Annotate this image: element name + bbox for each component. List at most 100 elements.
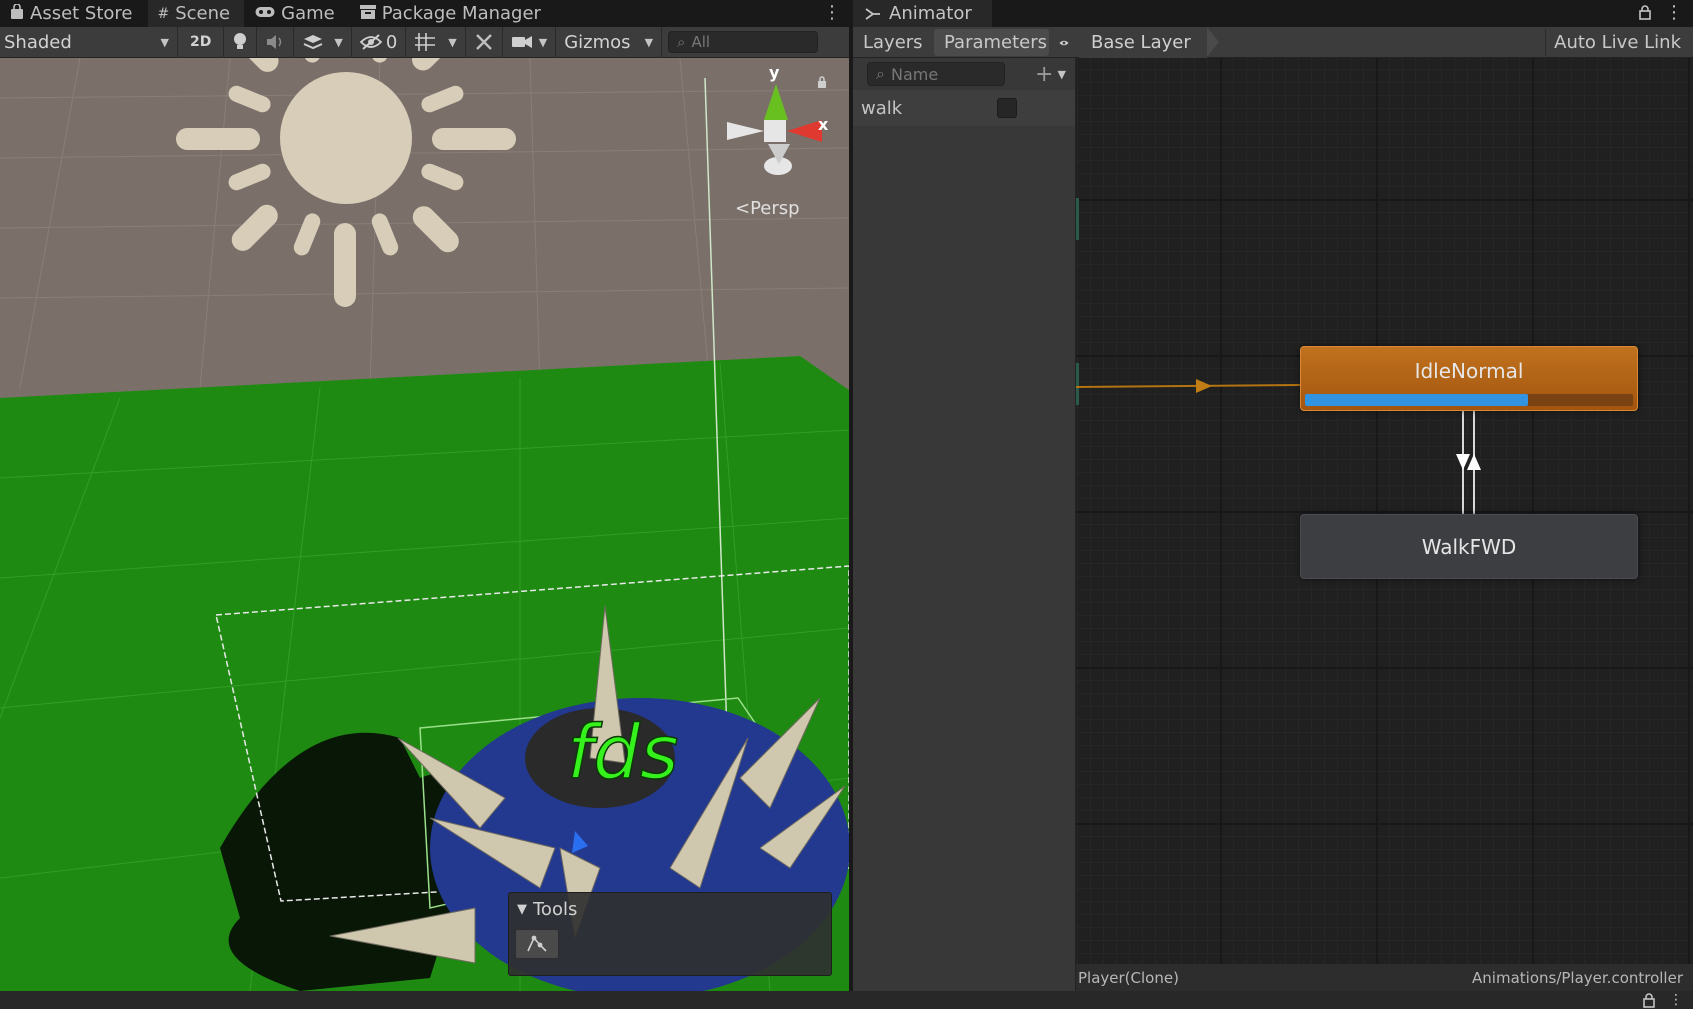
gizmos-dropdown[interactable]: Gizmos ▼ — [556, 26, 663, 58]
parameter-search-row: ⌕ Name + ▼ — [853, 58, 1075, 90]
effects-toggle[interactable]: ▼ — [294, 26, 352, 58]
state-node-idle-normal[interactable]: IdleNormal — [1300, 346, 1638, 411]
grid-toggle[interactable]: ▼ — [406, 26, 466, 58]
animator-window-controls: ⋮ — [1639, 2, 1683, 23]
chevron-down-icon: ▼ — [644, 35, 654, 49]
hidden-count: 0 — [385, 31, 398, 53]
scene-search-input[interactable]: ⌕ All — [668, 31, 819, 53]
parameter-row[interactable]: walk — [853, 90, 1075, 126]
parameters-panel: ⌕ Name + ▼ walk — [853, 58, 1076, 991]
status-target-object: Player(Clone) — [1078, 968, 1179, 987]
axis-x-label: x — [818, 115, 829, 134]
scene-viewport[interactable]: fds y x <Persp — [0, 58, 849, 991]
animator-toolbar: Layers Parameters Base Layer Auto Live L… — [853, 27, 1693, 58]
layers-icon — [303, 35, 323, 50]
plus-icon: + — [1035, 61, 1054, 87]
package-icon — [359, 4, 376, 23]
entry-transition — [1076, 384, 1301, 388]
state-progress-fill — [1305, 394, 1529, 406]
fds-text-object: fds — [567, 710, 679, 796]
add-parameter-button[interactable]: + ▼ — [1035, 62, 1066, 87]
tab-label: Animator — [889, 3, 972, 24]
toggle-2d-button[interactable]: 2D — [178, 26, 225, 58]
tab-scene[interactable]: # Scene — [147, 0, 246, 27]
tab-asset-store[interactable]: Asset Store — [0, 0, 148, 27]
tab-parameters[interactable]: Parameters — [934, 29, 1049, 56]
tools-overlay: ▼ Tools — [508, 892, 832, 976]
search-placeholder: Name — [890, 64, 939, 84]
search-placeholder: All — [691, 33, 711, 51]
tools-header[interactable]: ▼ Tools — [517, 899, 577, 920]
triangle-down-icon: ▼ — [517, 902, 527, 917]
transition-arrow-icon — [1196, 379, 1212, 393]
breadcrumb[interactable]: Base Layer — [1079, 27, 1219, 58]
toggle-2d-label: 2D — [190, 34, 212, 50]
scene-toolbar: Shaded ▼ 2D ▼ 0 ▼ ▼ Gizmos ▼ ⌕ All — [0, 26, 849, 58]
state-machine-graph[interactable]: IdleNormal WalkFWD — [1076, 58, 1693, 964]
projection-toggle[interactable]: <Persp — [735, 198, 800, 219]
auto-live-link-label: Auto Live Link — [1554, 32, 1681, 53]
tab-label: Game — [281, 3, 335, 24]
animator-status-bar: Player(Clone) Animations/Player.controll… — [1076, 964, 1693, 991]
scene-window: Asset Store # Scene Game Package Manager… — [0, 0, 849, 991]
animator-icon — [865, 7, 880, 20]
search-icon: ⌕ — [876, 64, 885, 83]
chevron-down-icon: ▼ — [160, 35, 169, 49]
perspective-icon: < — [735, 198, 751, 219]
tab-layers[interactable]: Layers — [853, 29, 934, 56]
kebab-menu-icon[interactable]: ⋮ — [823, 2, 841, 23]
tab-label: Layers — [863, 32, 923, 53]
eye-slash-icon — [359, 34, 382, 50]
polygon-edit-icon — [527, 935, 547, 952]
chevron-down-icon: ▼ — [448, 35, 457, 49]
lock-icon[interactable] — [817, 76, 827, 88]
tools-toggle[interactable] — [466, 26, 503, 58]
tab-game[interactable]: Game — [245, 0, 350, 27]
parameter-name: walk — [861, 97, 903, 119]
unity-editor: Asset Store # Scene Game Package Manager… — [0, 0, 1693, 1009]
tools-title-label: Tools — [533, 899, 578, 920]
transition-lines — [1076, 198, 1481, 514]
status-controller-path: Animations/Player.controller — [1472, 968, 1683, 987]
lightbulb-icon — [234, 33, 247, 49]
axis-y-label: y — [769, 63, 780, 82]
scene-tab-bar: Asset Store # Scene Game Package Manager… — [0, 0, 849, 27]
tab-label: Package Manager — [381, 3, 541, 24]
chevron-down-icon: ▼ — [1057, 67, 1066, 81]
kebab-menu-icon[interactable]: ⋮ — [1665, 2, 1683, 23]
camera-dropdown[interactable]: ▼ — [503, 26, 557, 58]
kebab-menu-icon[interactable]: ⋮ — [1669, 993, 1683, 1008]
state-node-walk-fwd[interactable]: WalkFWD — [1300, 514, 1638, 579]
hash-icon: # — [157, 5, 170, 22]
chevron-down-icon: ▼ — [538, 35, 548, 49]
animator-tab-bar: Animator ⋮ — [853, 0, 1693, 27]
tab-label: Scene — [175, 3, 231, 24]
bottom-window-controls: ⋮ — [1643, 993, 1683, 1008]
scene-render: fds y x — [0, 58, 849, 991]
hidden-objects-toggle[interactable]: 0 — [352, 26, 407, 58]
lock-icon[interactable] — [1643, 993, 1655, 1008]
lighting-toggle[interactable] — [224, 26, 258, 58]
transition-arrow-icon — [1467, 454, 1481, 470]
speaker-icon — [267, 35, 282, 49]
eye-toggle[interactable] — [1049, 29, 1079, 56]
search-icon: ⌕ — [677, 33, 686, 51]
gizmos-label: Gizmos — [564, 31, 631, 53]
state-label: WalkFWD — [1421, 534, 1517, 559]
tab-package-manager[interactable]: Package Manager — [349, 0, 556, 27]
chevron-down-icon: ▼ — [334, 35, 343, 49]
gamepad-icon — [255, 6, 275, 22]
shading-mode-dropdown[interactable]: Shaded ▼ — [0, 26, 178, 58]
projection-label: Persp — [750, 198, 800, 219]
parameter-bool-checkbox[interactable] — [997, 98, 1017, 118]
tab-label: Parameters — [944, 32, 1048, 53]
bottom-panel-strip: ⋮ — [0, 991, 1693, 1009]
lock-icon[interactable] — [1639, 5, 1651, 20]
tab-animator[interactable]: Animator — [853, 0, 992, 27]
parameter-search-input[interactable]: ⌕ Name — [867, 62, 1005, 86]
edit-collider-button[interactable] — [515, 929, 559, 959]
animator-window: Animator ⋮ Layers Parameters Base Layer … — [853, 0, 1693, 991]
auto-live-link-toggle[interactable]: Auto Live Link — [1545, 29, 1689, 56]
state-progress-bar — [1305, 394, 1633, 406]
audio-toggle[interactable] — [257, 26, 295, 58]
